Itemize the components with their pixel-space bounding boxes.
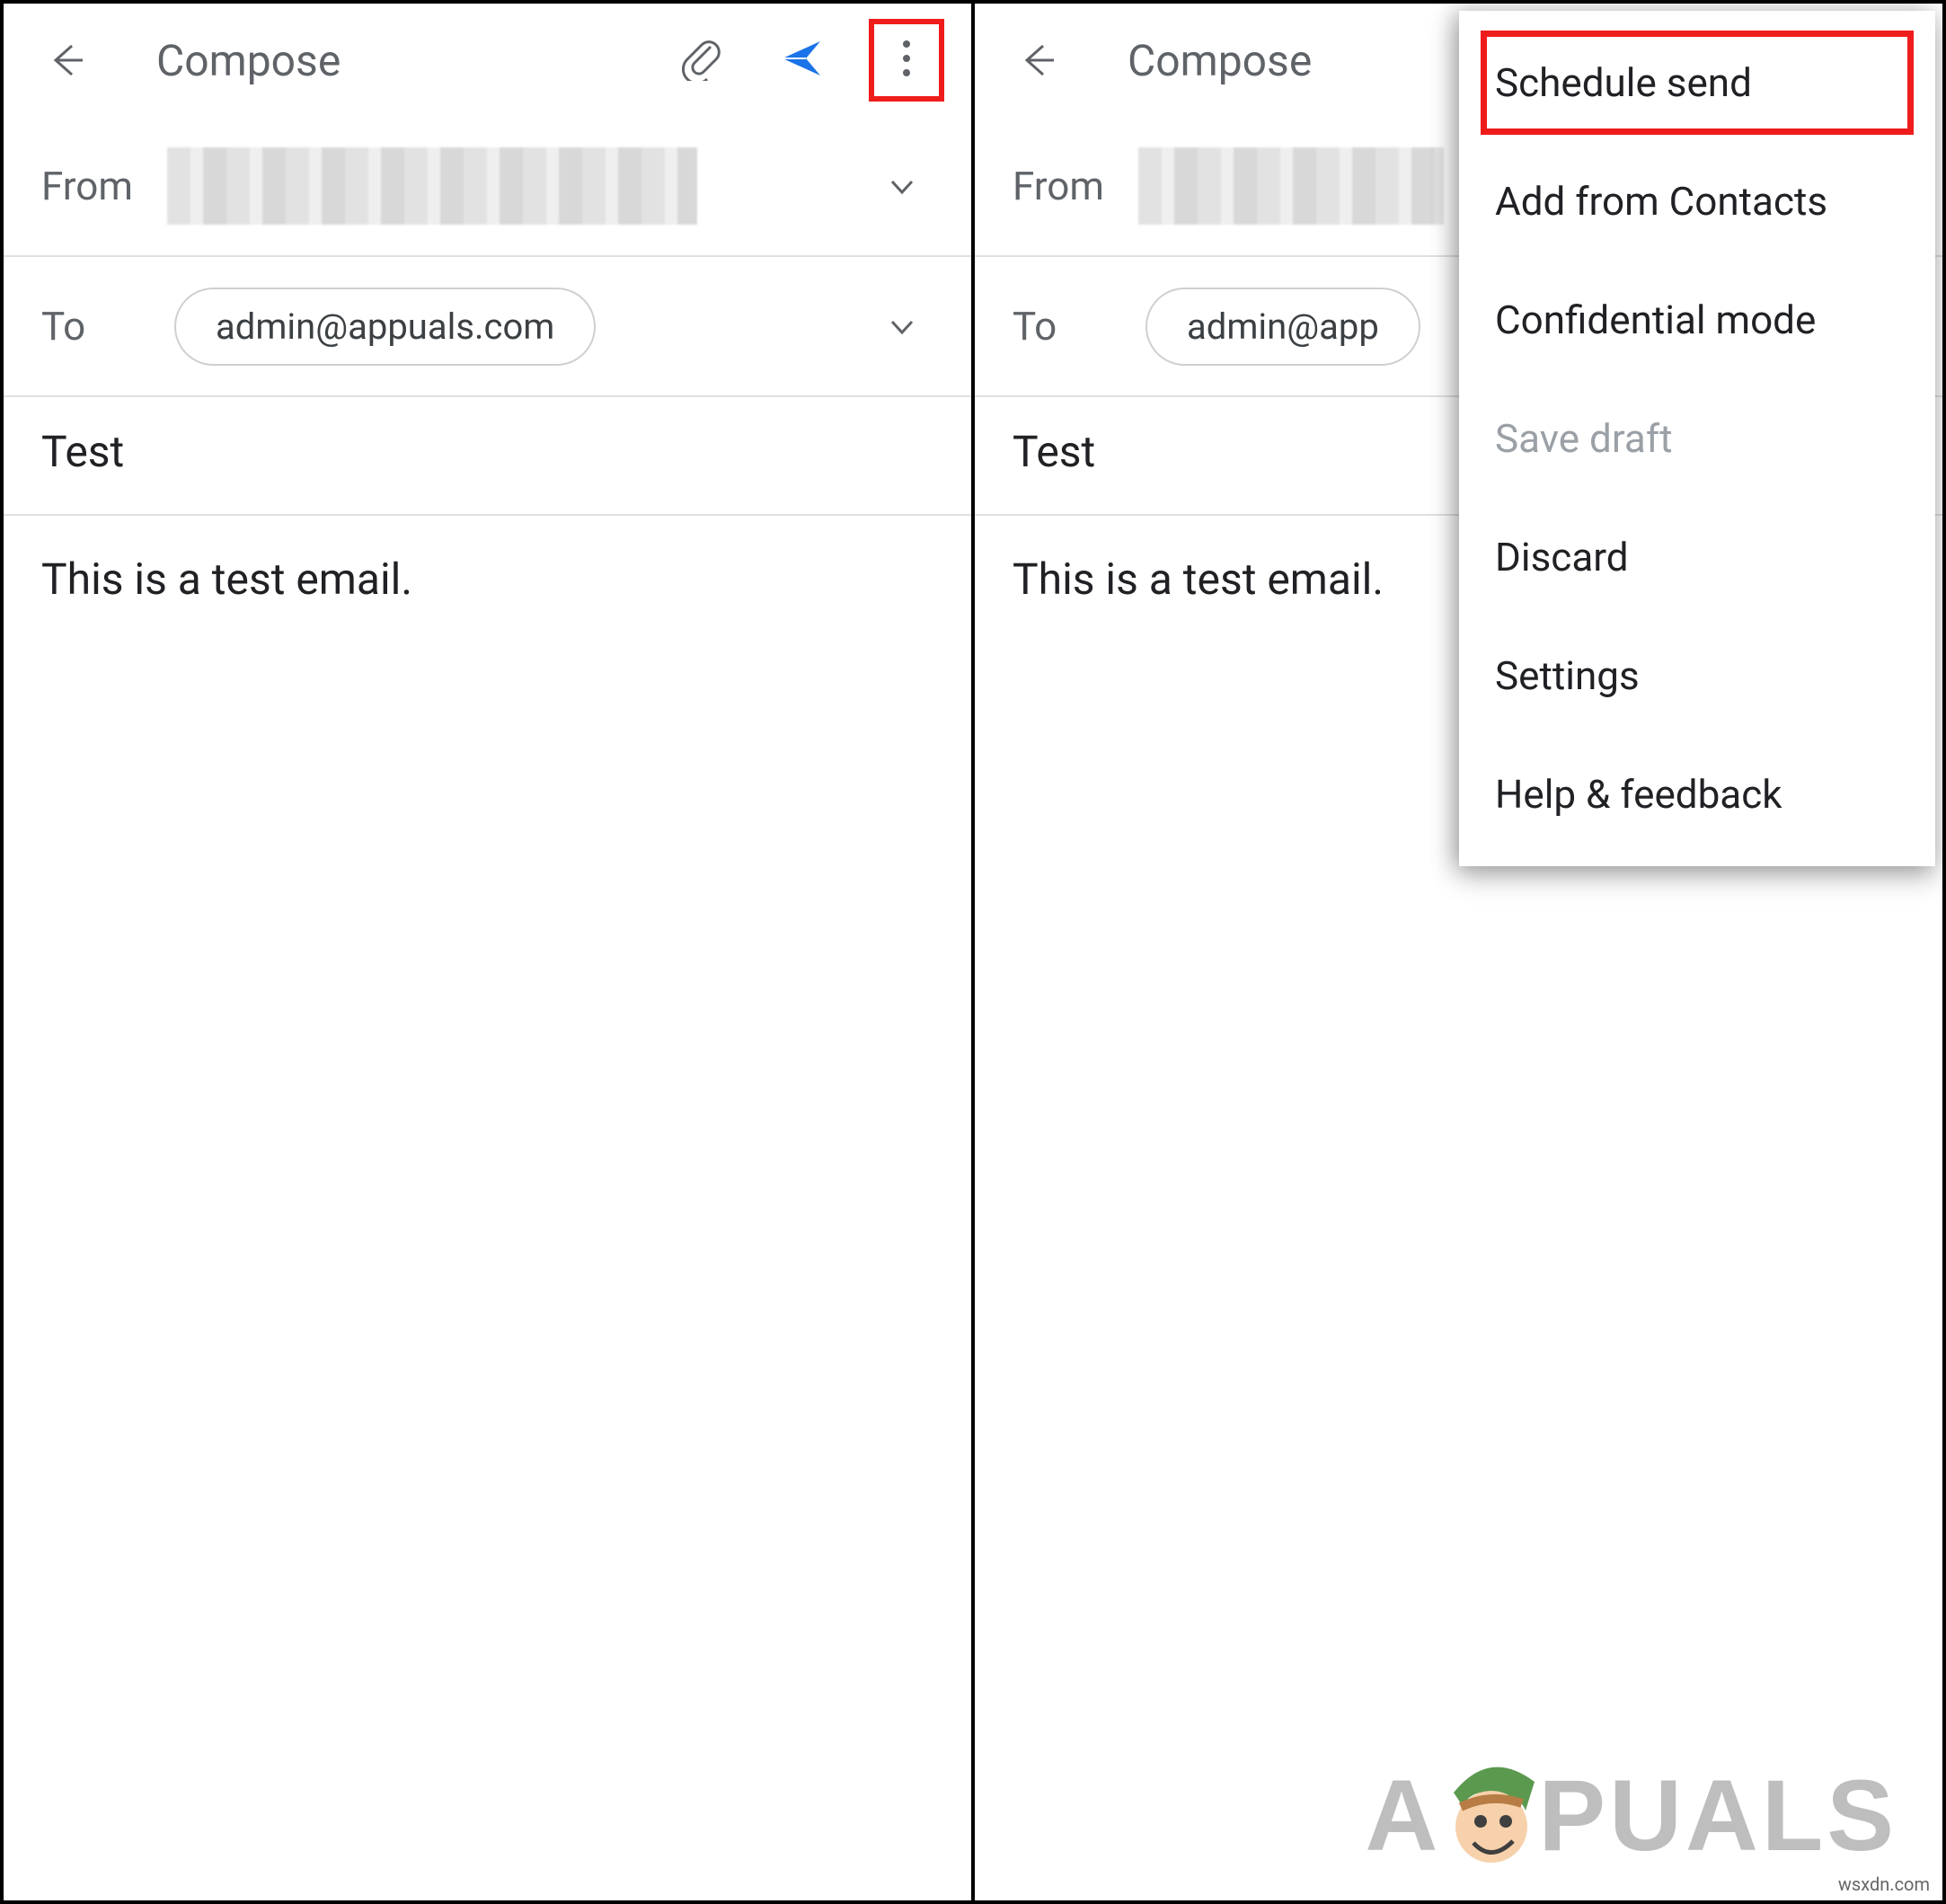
send-icon (779, 36, 824, 81)
top-actions (680, 28, 935, 93)
recipient-chip[interactable]: admin@appuals.com (174, 288, 596, 366)
more-options-button[interactable] (878, 28, 935, 93)
back-arrow-icon (1018, 40, 1057, 80)
menu-item-add-from-contacts[interactable]: Add from Contacts (1459, 142, 1935, 261)
menu-item-label: Add from Contacts (1495, 178, 1827, 225)
attach-button[interactable] (680, 36, 725, 84)
overflow-menu: Schedule send Add from Contacts Confiden… (1459, 11, 1935, 866)
back-button[interactable] (1011, 40, 1065, 80)
from-address-redacted (167, 147, 697, 225)
menu-item-confidential-mode[interactable]: Confidential mode (1459, 261, 1935, 379)
compose-pane-right: Compose From To admin@app Test This is a… (975, 4, 1942, 1900)
from-label: From (1013, 163, 1138, 209)
to-dropdown-button[interactable] (871, 313, 933, 340)
watermark-suffix: PUALS (1538, 1758, 1897, 1873)
compose-topbar: Compose (4, 4, 971, 117)
email-body[interactable]: This is a test email. (4, 516, 971, 605)
email-body-text[interactable]: This is a test email. (41, 553, 933, 605)
compose-pane-left: Compose From (4, 4, 975, 1900)
menu-item-help-feedback[interactable]: Help & feedback (1459, 735, 1935, 854)
menu-item-label: Schedule send (1495, 59, 1752, 106)
recipient-chip[interactable]: admin@app (1145, 288, 1420, 366)
from-dropdown-button[interactable] (871, 173, 933, 199)
recipient-chip-label: admin@appuals.com (216, 306, 554, 348)
menu-item-label: Confidential mode (1495, 297, 1816, 343)
from-row[interactable]: From (4, 117, 971, 257)
menu-item-label: Save draft (1495, 415, 1673, 462)
menu-item-discard[interactable]: Discard (1459, 498, 1935, 616)
menu-item-settings[interactable]: Settings (1459, 616, 1935, 735)
send-button[interactable] (779, 36, 824, 84)
menu-item-label: Discard (1495, 534, 1629, 580)
to-label: To (1013, 303, 1138, 350)
watermark: A PUALS (1366, 1757, 1897, 1873)
back-button[interactable] (40, 40, 93, 80)
to-label: To (41, 303, 167, 350)
paperclip-icon (680, 36, 725, 81)
mascot-icon (1436, 1757, 1544, 1873)
to-row[interactable]: To admin@appuals.com (4, 257, 971, 397)
subject-row[interactable]: Test (4, 397, 971, 516)
from-label: From (41, 163, 167, 209)
subject-input[interactable]: Test (41, 426, 933, 477)
watermark-prefix: A (1366, 1758, 1442, 1873)
menu-item-label: Settings (1495, 652, 1640, 699)
compose-title: Compose (156, 35, 680, 86)
from-address-redacted (1138, 147, 1444, 225)
menu-item-save-draft: Save draft (1459, 379, 1935, 498)
chevron-down-icon (889, 173, 916, 199)
back-arrow-icon (47, 40, 86, 80)
recipient-chip-label: admin@app (1187, 306, 1379, 348)
attribution-text: wsxdn.com (1838, 1873, 1930, 1895)
menu-item-label: Help & feedback (1495, 771, 1782, 818)
more-vert-icon (901, 39, 912, 82)
chevron-down-icon (889, 313, 916, 340)
menu-item-schedule-send[interactable]: Schedule send (1459, 23, 1935, 142)
